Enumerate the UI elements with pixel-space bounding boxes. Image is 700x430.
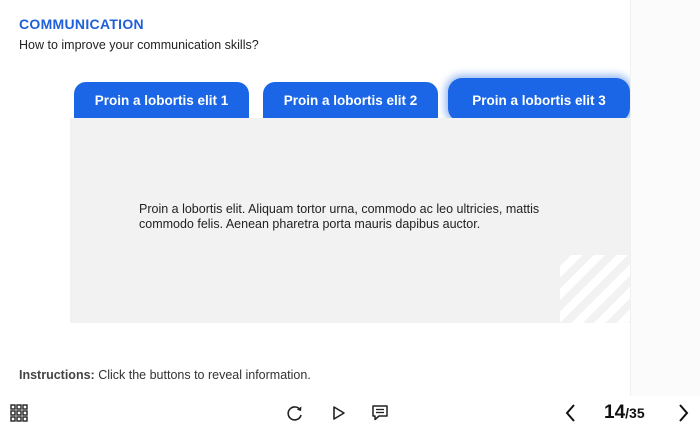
tab-3-button[interactable]: Proin a lobortis elit 3 xyxy=(448,78,630,122)
side-panel xyxy=(630,0,700,396)
instructions: Instructions: Click the buttons to revea… xyxy=(19,368,311,382)
notes-icon[interactable] xyxy=(368,401,392,425)
content-panel: Proin a lobortis elit. Aliquam tortor ur… xyxy=(70,118,630,323)
play-icon[interactable] xyxy=(327,401,351,425)
replay-icon[interactable] xyxy=(283,401,307,425)
instructions-label: Instructions: xyxy=(19,368,95,382)
slide: COMMUNICATION How to improve your commun… xyxy=(0,0,630,396)
chevron-left-icon[interactable] xyxy=(559,401,583,425)
player-controls: 14/35 xyxy=(0,396,700,430)
slide-title: COMMUNICATION xyxy=(19,16,144,32)
page-indicator: 14/35 xyxy=(604,402,645,424)
grid-menu-icon[interactable] xyxy=(7,401,31,425)
total-pages: /35 xyxy=(625,405,645,421)
content-text: Proin a lobortis elit. Aliquam tortor ur… xyxy=(139,202,540,231)
decorative-stripes xyxy=(560,255,630,323)
tab-1-button[interactable]: Proin a lobortis elit 1 xyxy=(74,82,249,118)
tab-2-button[interactable]: Proin a lobortis elit 2 xyxy=(263,82,438,118)
chevron-right-icon[interactable] xyxy=(671,401,695,425)
slide-subtitle: How to improve your communication skills… xyxy=(19,38,259,52)
instructions-text: Click the buttons to reveal information. xyxy=(98,368,311,382)
current-page: 14 xyxy=(604,402,626,423)
